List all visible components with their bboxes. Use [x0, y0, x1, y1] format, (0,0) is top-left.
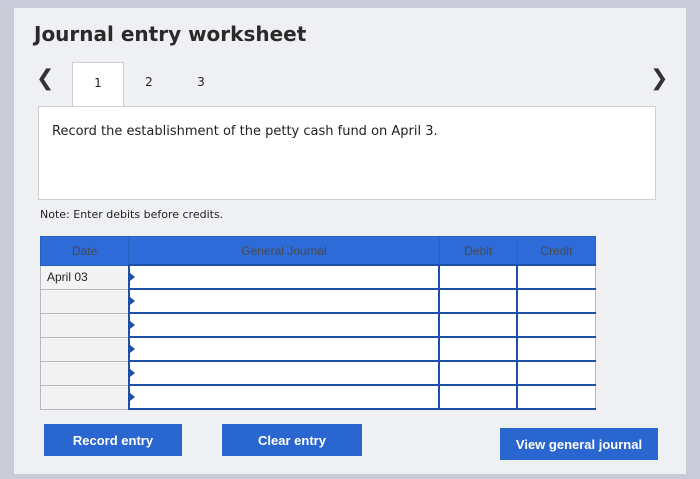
column-header-credit: Credit	[516, 236, 597, 266]
account-input[interactable]	[127, 360, 440, 386]
caret-right-icon	[129, 321, 135, 329]
tab-1[interactable]: 1	[72, 62, 124, 108]
journal-header-row: Date General Journal Debit Credit	[39, 236, 597, 266]
account-input[interactable]	[127, 384, 440, 410]
debit-input[interactable]	[438, 336, 518, 362]
record-entry-button[interactable]: Record entry	[44, 424, 182, 456]
date-cell	[39, 336, 130, 362]
debit-input[interactable]	[438, 360, 518, 386]
table-row	[39, 288, 597, 314]
debit-input[interactable]	[438, 384, 518, 410]
date-cell	[39, 312, 130, 338]
view-general-journal-button[interactable]: View general journal	[500, 428, 658, 460]
credit-input[interactable]	[516, 336, 597, 362]
account-input[interactable]	[127, 264, 440, 290]
debit-input[interactable]	[438, 312, 518, 338]
date-cell	[39, 360, 130, 386]
table-row	[39, 384, 597, 410]
caret-right-icon	[129, 393, 135, 401]
page-title: Journal entry worksheet	[34, 22, 307, 46]
column-header-date: Date	[39, 236, 130, 266]
date-cell	[39, 384, 130, 410]
table-row	[39, 312, 597, 338]
tab-2[interactable]: 2	[124, 62, 174, 106]
table-row: April 03	[39, 264, 597, 290]
tab-3[interactable]: 3	[176, 62, 226, 106]
account-input[interactable]	[127, 312, 440, 338]
caret-right-icon	[129, 345, 135, 353]
journal-table: Date General Journal Debit Credit April …	[39, 236, 597, 410]
caret-right-icon	[129, 369, 135, 377]
chevron-right-icon[interactable]: ❯	[650, 66, 668, 91]
credit-input[interactable]	[516, 312, 597, 338]
clear-entry-button[interactable]: Clear entry	[222, 424, 362, 456]
credit-input[interactable]	[516, 360, 597, 386]
table-row	[39, 336, 597, 362]
debit-input[interactable]	[438, 264, 518, 290]
prompt-box: Record the establishment of the petty ca…	[38, 106, 656, 200]
debit-input[interactable]	[438, 288, 518, 314]
account-input[interactable]	[127, 288, 440, 314]
note-text: Note: Enter debits before credits.	[40, 208, 224, 221]
date-cell: April 03	[39, 264, 130, 290]
chevron-left-icon[interactable]: ❮	[36, 66, 54, 91]
column-header-general-journal: General Journal	[128, 236, 440, 266]
caret-right-icon	[129, 297, 135, 305]
column-header-debit: Debit	[438, 236, 518, 266]
account-input[interactable]	[127, 336, 440, 362]
table-row	[39, 360, 597, 386]
prompt-text: Record the establishment of the petty ca…	[52, 124, 438, 139]
credit-input[interactable]	[516, 264, 597, 290]
credit-input[interactable]	[516, 384, 597, 410]
credit-input[interactable]	[516, 288, 597, 314]
caret-right-icon	[129, 273, 135, 281]
date-cell	[39, 288, 130, 314]
